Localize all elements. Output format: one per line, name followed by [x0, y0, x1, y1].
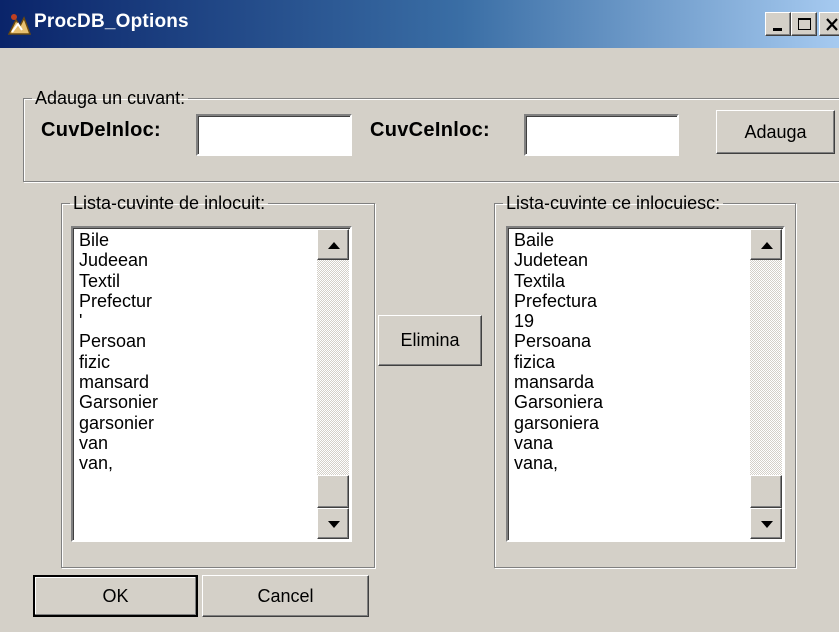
list-item[interactable]: vana — [514, 433, 603, 453]
left-scroll-up-button[interactable] — [317, 229, 349, 260]
to-word-input[interactable] — [526, 116, 677, 154]
arrow-down-icon — [761, 521, 773, 528]
window-title: ProcDB_Options — [34, 11, 189, 32]
close-icon — [826, 18, 838, 31]
maximize-button[interactable] — [791, 12, 817, 36]
list-item[interactable]: Textila — [514, 271, 603, 291]
list-item[interactable]: vana, — [514, 453, 603, 473]
list-item[interactable]: Baile — [514, 230, 603, 250]
list-item[interactable]: Bile — [79, 230, 158, 250]
list-item[interactable]: Garsonier — [79, 392, 158, 412]
list-item[interactable]: Judeean — [79, 250, 158, 270]
list-item[interactable]: Textil — [79, 271, 158, 291]
remove-button[interactable]: Elimina — [378, 315, 482, 366]
right-list-legend: Lista-cuvinte ce inlocuiesc: — [506, 193, 721, 213]
left-word-list[interactable]: Bile Judeean Textil Prefectur ' Persoan fizic m… — [71, 226, 352, 542]
left-scroll-down-button[interactable] — [317, 508, 349, 539]
list-item[interactable]: 19 — [514, 311, 603, 331]
left-list-scrollbar[interactable] — [317, 229, 349, 539]
right-list-scrollbar[interactable] — [750, 229, 782, 539]
arrow-down-icon — [328, 521, 340, 528]
right-scroll-up-button[interactable] — [750, 229, 782, 260]
to-word-label: CuvCeInloc: — [370, 119, 490, 141]
add-button[interactable]: Adauga — [716, 110, 835, 154]
list-item[interactable]: Persoan — [79, 331, 158, 351]
list-item[interactable]: Prefectur — [79, 291, 158, 311]
list-item[interactable]: Judetean — [514, 250, 603, 270]
minimize-icon — [773, 28, 782, 31]
app-icon — [7, 14, 32, 35]
arrow-up-icon — [761, 242, 773, 249]
left-scroll-thumb[interactable] — [317, 475, 349, 508]
list-item[interactable]: ' — [79, 311, 158, 331]
list-item[interactable]: Persoana — [514, 331, 603, 351]
title-bar[interactable]: ProcDB_Options — [0, 0, 839, 48]
list-item[interactable]: mansard — [79, 372, 158, 392]
list-item[interactable]: Garsoniera — [514, 392, 603, 412]
list-item[interactable]: Prefectura — [514, 291, 603, 311]
from-word-field[interactable] — [196, 114, 352, 156]
arrow-up-icon — [328, 242, 340, 249]
list-item[interactable]: mansarda — [514, 372, 603, 392]
list-item[interactable]: fizica — [514, 352, 603, 372]
minimize-button[interactable] — [765, 12, 791, 36]
right-list-items: Baile Judetean Textila Prefectura 19 Persoana… — [514, 230, 603, 474]
to-word-field[interactable] — [524, 114, 679, 156]
list-item[interactable]: fizic — [79, 352, 158, 372]
cancel-button[interactable]: Cancel — [202, 575, 369, 617]
left-list-items: Bile Judeean Textil Prefectur ' Persoan fizic m… — [79, 230, 158, 474]
list-item[interactable]: van, — [79, 453, 158, 473]
add-word-legend: Adauga un cuvant: — [35, 88, 186, 108]
ok-button[interactable]: OK — [33, 575, 198, 617]
from-word-input[interactable] — [198, 116, 350, 154]
right-word-list[interactable]: Baile Judetean Textila Prefectura 19 Persoana… — [506, 226, 785, 542]
right-scroll-thumb[interactable] — [750, 475, 782, 508]
left-list-legend: Lista-cuvinte de inlocuit: — [73, 193, 266, 213]
list-item[interactable]: garsoniera — [514, 413, 603, 433]
list-item[interactable]: van — [79, 433, 158, 453]
right-scroll-down-button[interactable] — [750, 508, 782, 539]
maximize-icon — [798, 18, 811, 30]
from-word-label: CuvDeInloc: — [41, 119, 161, 141]
close-button[interactable] — [819, 12, 839, 36]
list-item[interactable]: garsonier — [79, 413, 158, 433]
